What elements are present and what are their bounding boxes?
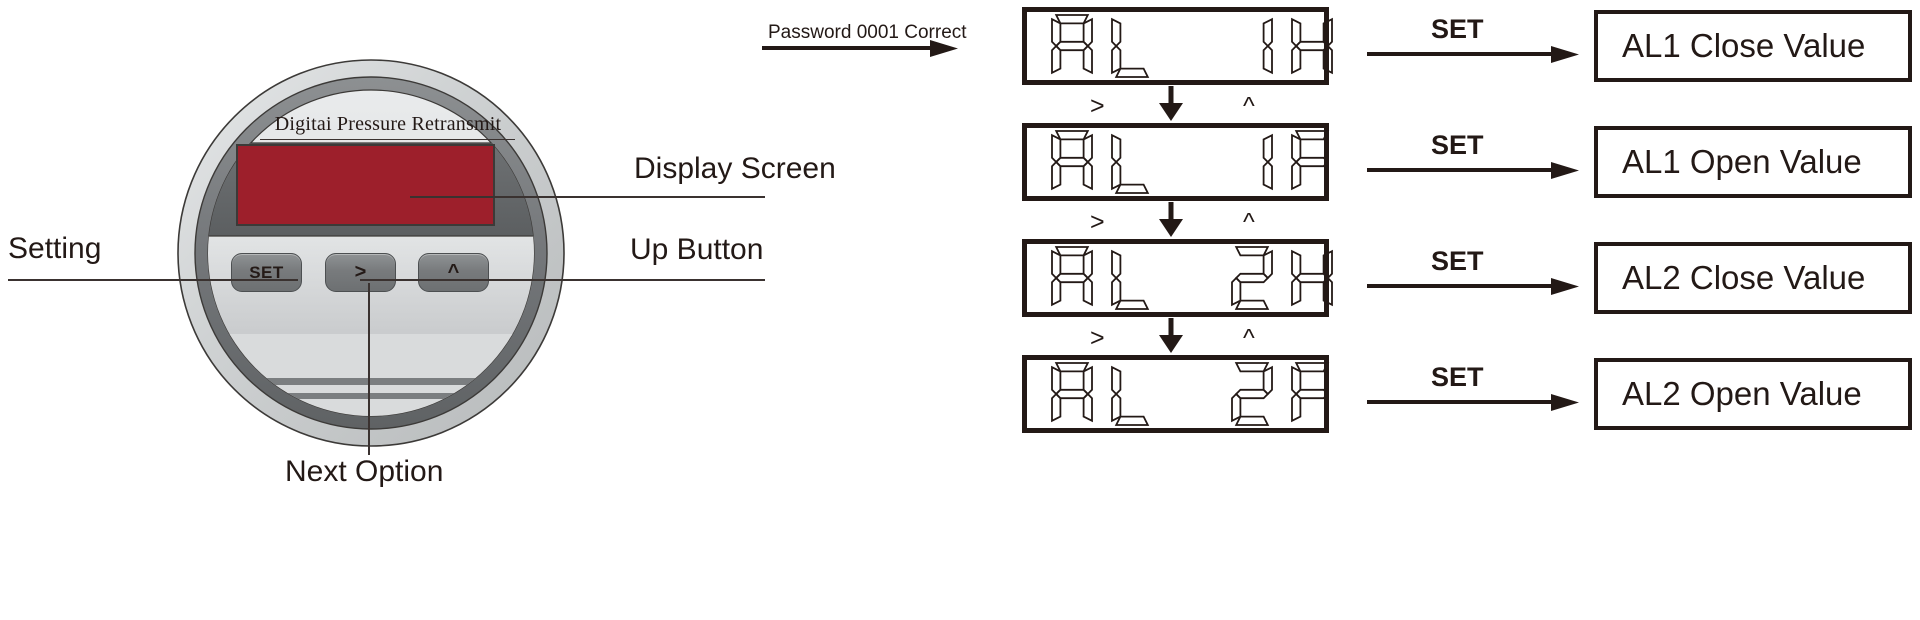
lcd-segment-char-L	[1111, 133, 1150, 194]
lcd-segment-char-L	[1111, 17, 1150, 78]
set-arrow-icon-4	[1367, 394, 1579, 411]
next-marker-1: >	[1090, 92, 1105, 120]
lcd-segment-char-blank	[1169, 360, 1215, 428]
lcd-segment-char-H	[1291, 17, 1333, 75]
lcd-segment-char-F	[1291, 130, 1330, 191]
lcd-segment-char-A	[1051, 14, 1093, 75]
diagram-root: Digitai Pressure Retransmit SET > ^ Sett…	[0, 0, 1920, 620]
flow-chart: Password 0001 Correct > ^ > ^ > ^ SET SE…	[0, 0, 1920, 620]
result-box-3: AL2 Close Value	[1594, 242, 1912, 314]
lcd-digits-4	[1049, 360, 1335, 428]
down-arrow-icon-2	[1159, 202, 1183, 237]
set-arrow-label-4: SET	[1431, 362, 1484, 392]
entry-arrow-icon	[762, 40, 958, 57]
lcd-digits-3	[1049, 244, 1335, 312]
lcd-segment-char-blank	[1169, 244, 1215, 312]
result-box-1: AL1 Close Value	[1594, 10, 1912, 82]
next-marker-2: >	[1090, 208, 1105, 236]
set-arrow-label-3: SET	[1431, 246, 1484, 276]
down-arrow-icon-3	[1159, 318, 1183, 353]
lcd-segment-char-F	[1291, 362, 1330, 423]
lcd-display-1	[1022, 7, 1333, 85]
lcd-segment-char-blank	[1169, 12, 1215, 80]
lcd-segment-char-1	[1262, 133, 1273, 191]
next-marker-3: >	[1090, 324, 1105, 352]
up-marker-3: ^	[1243, 324, 1255, 352]
lcd-segment-char-A	[1051, 130, 1093, 191]
up-marker-2: ^	[1243, 208, 1255, 236]
up-marker-1: ^	[1243, 92, 1255, 120]
lcd-segment-char-H	[1291, 249, 1333, 307]
lcd-display-4	[1022, 355, 1330, 433]
result-box-2: AL1 Open Value	[1594, 126, 1912, 198]
lcd-display-3	[1022, 239, 1333, 317]
lcd-segment-char-L	[1111, 365, 1150, 426]
lcd-digits-2	[1049, 128, 1335, 196]
lcd-display-2	[1022, 123, 1330, 201]
lcd-segment-char-blank	[1169, 128, 1215, 196]
set-arrow-label-1: SET	[1431, 14, 1484, 44]
lcd-segment-char-1	[1262, 17, 1273, 75]
lcd-digits-1	[1049, 12, 1335, 80]
set-arrow-label-2: SET	[1431, 130, 1484, 160]
down-arrow-icon-1	[1159, 86, 1183, 121]
lcd-segment-char-A	[1051, 246, 1093, 307]
lcd-segment-char-A	[1051, 362, 1093, 423]
set-arrow-icon-2	[1367, 162, 1579, 179]
set-arrow-icon-1	[1367, 46, 1579, 63]
lcd-segment-char-L	[1111, 249, 1150, 310]
lcd-segment-char-2	[1231, 362, 1273, 426]
lcd-segment-char-2	[1231, 246, 1273, 310]
set-arrow-icon-3	[1367, 278, 1579, 295]
result-box-4: AL2 Open Value	[1594, 358, 1912, 430]
